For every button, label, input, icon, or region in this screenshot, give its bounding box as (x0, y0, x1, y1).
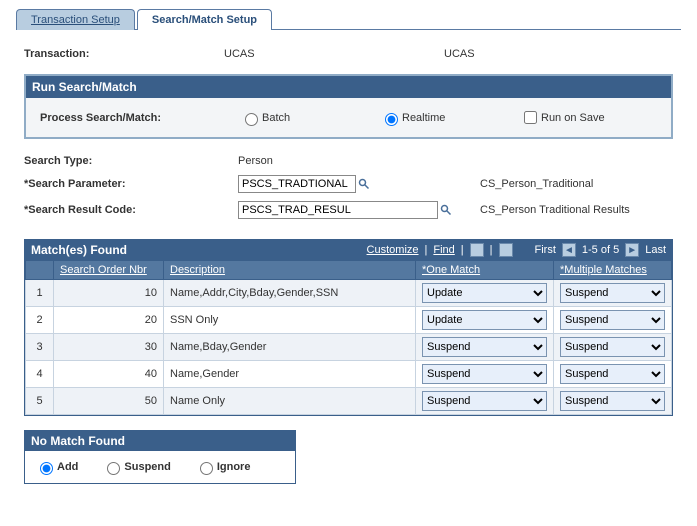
one-match-select[interactable]: Suspend (422, 391, 547, 411)
process-search-match-label: Process Search/Match: (40, 112, 240, 124)
table-row: 110Name,Addr,City,Bday,Gender,SSN Update S… (26, 280, 672, 307)
row-number: 2 (26, 307, 54, 334)
grid-range: 1-5 of 5 (582, 244, 619, 256)
col-rownum (26, 261, 54, 280)
grid-prev-icon[interactable]: ◄ (562, 243, 576, 257)
matches-found-title: Match(es) Found (31, 243, 127, 257)
search-order-nbr: 10 (54, 280, 164, 307)
table-row: 440Name,Gender Suspend Suspend (26, 361, 672, 388)
transaction-label: Transaction: (24, 48, 224, 60)
grid-find-link[interactable]: Find (433, 244, 454, 256)
one-match-select[interactable]: Suspend (422, 337, 547, 357)
no-match-found-section: No Match Found Add Suspend Ignore (24, 430, 296, 484)
row-description: Name,Addr,City,Bday,Gender,SSN (164, 280, 416, 307)
search-order-nbr: 40 (54, 361, 164, 388)
tab-strip: Transaction Setup Search/Match Setup (16, 8, 681, 30)
row-description: Name Only (164, 388, 416, 415)
process-mode-batch[interactable]: Batch (240, 110, 380, 126)
run-on-save-checkbox[interactable] (524, 111, 537, 124)
one-match-select[interactable]: Suspend (422, 364, 547, 384)
run-search-match-section: Run Search/Match Process Search/Match: B… (24, 74, 673, 139)
row-description: Name,Bday,Gender (164, 334, 416, 361)
search-parameter-lookup-icon[interactable] (358, 178, 370, 190)
grid-first-label[interactable]: First (535, 244, 556, 256)
table-row: 220SSN Only Update Suspend (26, 307, 672, 334)
row-description: Name,Gender (164, 361, 416, 388)
tab-transaction-setup[interactable]: Transaction Setup (16, 9, 135, 30)
no-match-suspend-option[interactable]: Suspend (102, 459, 170, 475)
matches-table: Search Order Nbr Description *One Match … (25, 260, 672, 415)
search-result-code-lookup-icon[interactable] (440, 204, 452, 216)
search-order-nbr: 20 (54, 307, 164, 334)
search-order-nbr: 30 (54, 334, 164, 361)
search-result-code-label: *Search Result Code: (24, 204, 238, 216)
no-match-found-title: No Match Found (25, 431, 295, 451)
table-row: 550Name Only Suspend Suspend (26, 388, 672, 415)
multiple-matches-select[interactable]: Suspend (560, 310, 665, 330)
search-parameter-input[interactable] (238, 175, 356, 193)
search-result-code-input[interactable] (238, 201, 438, 219)
row-number: 1 (26, 280, 54, 307)
no-match-ignore-radio[interactable] (200, 462, 213, 475)
search-parameter-label: *Search Parameter: (24, 178, 238, 190)
search-order-nbr: 50 (54, 388, 164, 415)
run-search-match-title: Run Search/Match (26, 76, 671, 98)
no-match-suspend-radio[interactable] (107, 462, 120, 475)
multiple-matches-select[interactable]: Suspend (560, 391, 665, 411)
no-match-ignore-label: Ignore (217, 461, 251, 473)
grid-next-icon[interactable]: ► (625, 243, 639, 257)
batch-radio[interactable] (245, 113, 258, 126)
tab-search-match-setup[interactable]: Search/Match Setup (137, 9, 272, 30)
multiple-matches-select[interactable]: Suspend (560, 364, 665, 384)
run-on-save-option[interactable]: Run on Save (520, 108, 605, 127)
search-parameter-desc: CS_Person_Traditional (480, 178, 593, 190)
transaction-code: UCAS (224, 48, 444, 60)
row-number: 5 (26, 388, 54, 415)
multiple-matches-select[interactable]: Suspend (560, 283, 665, 303)
grid-view-all-icon[interactable] (470, 243, 484, 257)
no-match-add-label: Add (57, 461, 78, 473)
col-one-match[interactable]: *One Match (416, 261, 554, 280)
realtime-radio[interactable] (385, 113, 398, 126)
row-number: 3 (26, 334, 54, 361)
row-number: 4 (26, 361, 54, 388)
no-match-add-radio[interactable] (40, 462, 53, 475)
search-result-code-desc: CS_Person Traditional Results (480, 204, 630, 216)
row-description: SSN Only (164, 307, 416, 334)
col-description[interactable]: Description (164, 261, 416, 280)
matches-found-grid: Match(es) Found Customize | Find | | Fir… (24, 239, 673, 416)
search-type-label: Search Type: (24, 155, 238, 167)
col-search-order-nbr[interactable]: Search Order Nbr (54, 261, 164, 280)
no-match-suspend-label: Suspend (124, 461, 170, 473)
multiple-matches-select[interactable]: Suspend (560, 337, 665, 357)
grid-download-icon[interactable] (499, 243, 513, 257)
transaction-name: UCAS (444, 48, 475, 60)
grid-customize-link[interactable]: Customize (367, 244, 419, 256)
batch-label: Batch (262, 112, 290, 124)
search-type-value: Person (238, 155, 273, 167)
col-multiple-matches[interactable]: *Multiple Matches (554, 261, 672, 280)
one-match-select[interactable]: Update (422, 310, 547, 330)
no-match-add-option[interactable]: Add (35, 459, 78, 475)
realtime-label: Realtime (402, 112, 445, 124)
no-match-ignore-option[interactable]: Ignore (195, 459, 251, 475)
one-match-select[interactable]: Update (422, 283, 547, 303)
grid-last-label[interactable]: Last (645, 244, 666, 256)
process-mode-realtime[interactable]: Realtime (380, 110, 520, 126)
run-on-save-label: Run on Save (541, 112, 605, 124)
table-row: 330Name,Bday,Gender Suspend Suspend (26, 334, 672, 361)
